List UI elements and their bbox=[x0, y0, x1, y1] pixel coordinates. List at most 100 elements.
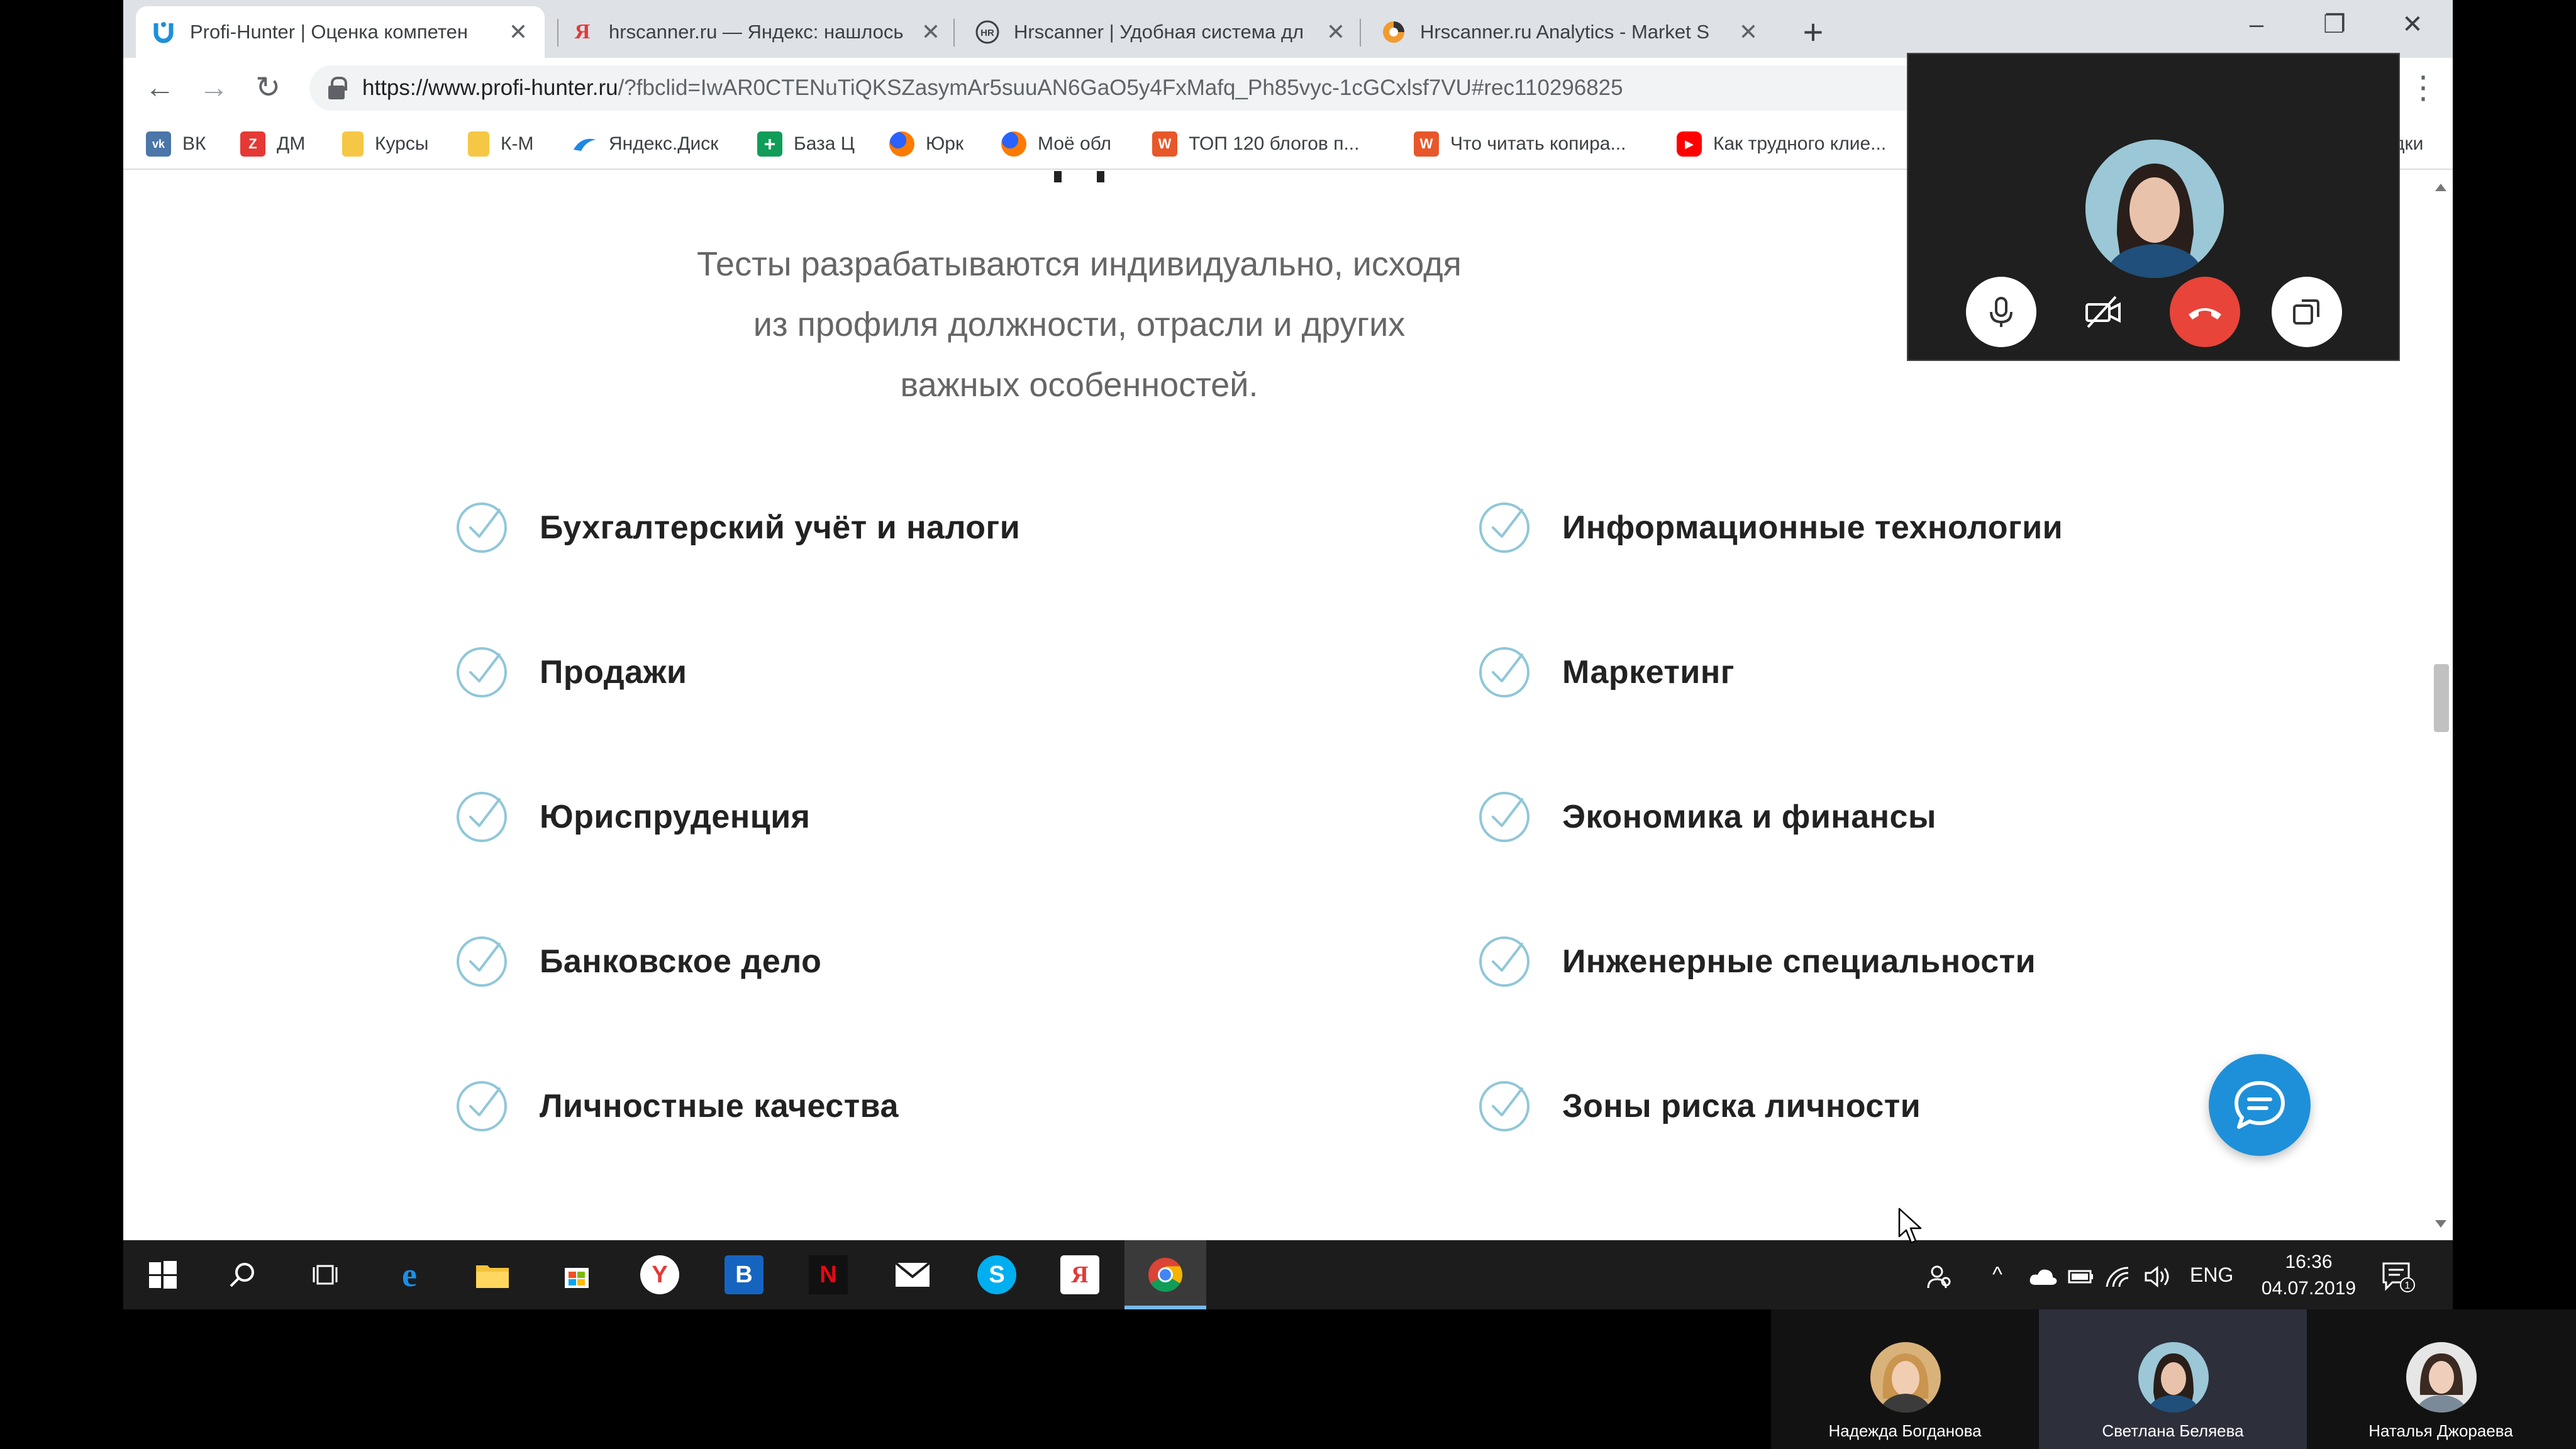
section-subtitle: Тесты разрабатываются индивидуально, исх… bbox=[697, 245, 1462, 404]
clock-date: 04.07.2019 bbox=[2261, 1278, 2357, 1299]
skype-icon[interactable]: S bbox=[977, 1255, 1016, 1294]
bookmark-kak-trudnogo[interactable]: ▶ Как трудного клие... bbox=[1677, 130, 1886, 158]
forward-arrow-icon[interactable]: → bbox=[194, 68, 234, 108]
bookmark-yandex-disk[interactable]: Яндекс.Диск bbox=[572, 130, 718, 158]
search-icon[interactable] bbox=[223, 1255, 262, 1294]
bookmark-top120[interactable]: W ТОП 120 блогов п... bbox=[1152, 130, 1359, 158]
participant-tile[interactable]: Надежда Богданова bbox=[1771, 1309, 2039, 1449]
bookmark-yurk[interactable]: Юрк bbox=[889, 130, 963, 158]
yandex-disk-icon bbox=[572, 131, 597, 157]
yandex-app-icon[interactable]: Я bbox=[1060, 1255, 1099, 1294]
b-app-icon[interactable]: B bbox=[724, 1255, 763, 1294]
check-circle-icon bbox=[1479, 936, 1530, 987]
list-item-text: Маркетинг bbox=[1562, 654, 1735, 691]
bookmark-courses[interactable]: Курсы bbox=[342, 130, 428, 158]
check-circle-icon bbox=[457, 1081, 507, 1131]
hr-logo-icon: HR bbox=[975, 19, 1000, 45]
wifi-icon[interactable] bbox=[2104, 1240, 2131, 1309]
scroll-up-arrow-icon[interactable] bbox=[2435, 184, 2446, 191]
youtube-icon: ▶ bbox=[1677, 131, 1702, 157]
w-icon: W bbox=[1414, 131, 1439, 157]
tab-close-icon[interactable]: ✕ bbox=[919, 19, 942, 45]
bookmark-moe-obl[interactable]: Моё обл bbox=[1001, 130, 1111, 158]
browser-menu-icon[interactable]: ⋮ bbox=[2407, 72, 2439, 103]
show-hidden-icons-chevron[interactable]: ^ bbox=[1992, 1240, 2002, 1309]
participant-name: Наталья Джораева bbox=[2368, 1421, 2513, 1440]
participant-tile-active[interactable]: Светлана Беляева bbox=[2039, 1309, 2307, 1449]
tab-hrscanner-analytics[interactable]: Hrscanner.ru Analytics - Market S ✕ bbox=[1366, 6, 1775, 58]
participant-tile[interactable]: Наталья Джораева bbox=[2307, 1309, 2575, 1449]
volume-icon[interactable] bbox=[2145, 1240, 2172, 1309]
tab-close-icon[interactable]: ✕ bbox=[507, 19, 530, 45]
vk-icon: vk bbox=[146, 131, 171, 157]
bookmark-k-m[interactable]: К-М bbox=[468, 130, 533, 158]
hang-up-button[interactable] bbox=[2170, 277, 2240, 347]
dm-icon: Z bbox=[240, 131, 265, 157]
list-item-text: Зоны риска личности bbox=[1562, 1088, 1921, 1124]
address-bar[interactable]: https://www.profi-hunter.ru/?fbclid=IwAR… bbox=[309, 65, 1989, 111]
page-scrollbar[interactable] bbox=[2429, 171, 2453, 1240]
check-circle-icon bbox=[457, 647, 507, 697]
caller-avatar bbox=[2085, 140, 2224, 278]
netflix-icon[interactable]: N bbox=[809, 1255, 848, 1294]
bookmark-baza[interactable]: + База Ц bbox=[757, 130, 855, 158]
tab-close-icon[interactable]: ✕ bbox=[1737, 19, 1760, 45]
new-tab-button[interactable]: + bbox=[1791, 10, 1835, 54]
scroll-thumb[interactable] bbox=[2434, 664, 2449, 732]
chrome-icon[interactable] bbox=[1146, 1255, 1185, 1294]
back-arrow-icon[interactable]: ← bbox=[140, 68, 180, 108]
language-indicator[interactable]: ENG bbox=[2190, 1240, 2233, 1309]
call-participants: Надежда Богданова Светлана Беляева Натал… bbox=[1771, 1309, 2576, 1449]
participant-avatar bbox=[1870, 1342, 1941, 1413]
microsoft-store-icon[interactable] bbox=[557, 1255, 596, 1294]
people-icon[interactable] bbox=[1926, 1240, 1953, 1309]
windows-start-icon[interactable] bbox=[143, 1255, 182, 1294]
onedrive-cloud-icon[interactable] bbox=[2029, 1240, 2058, 1309]
tab-separator bbox=[1360, 19, 1361, 47]
task-view-icon[interactable] bbox=[306, 1255, 345, 1294]
list-item-text: Юриспруденция bbox=[540, 799, 811, 835]
video-call-window[interactable] bbox=[1907, 53, 2400, 361]
action-center-icon[interactable]: 1 bbox=[2381, 1240, 2415, 1309]
tab-title: Hrscanner | Удобная система дл bbox=[1014, 21, 1304, 43]
bookmark-dm[interactable]: Z ДМ bbox=[240, 130, 305, 158]
tab-close-icon[interactable]: ✕ bbox=[1324, 19, 1347, 45]
reload-icon[interactable]: ↻ bbox=[248, 68, 288, 108]
notification-count: 1 bbox=[2405, 1280, 2411, 1291]
minimize-icon[interactable]: – bbox=[2218, 0, 2296, 49]
folder-icon bbox=[342, 131, 364, 157]
camera-off-button[interactable] bbox=[2068, 277, 2138, 347]
bookmark-vk[interactable]: vk ВК bbox=[146, 130, 206, 158]
window-close-icon[interactable]: ✕ bbox=[2373, 0, 2451, 49]
lock-icon bbox=[328, 77, 347, 99]
bookmark-chto-chitat[interactable]: W Что читать копира... bbox=[1414, 130, 1626, 158]
participant-name: Светлана Беляева bbox=[2102, 1421, 2244, 1440]
system-clock[interactable]: 16:36 04.07.2019 bbox=[2255, 1249, 2362, 1302]
profi-hunter-logo-icon bbox=[151, 19, 176, 45]
switch-window-button[interactable] bbox=[2272, 277, 2342, 347]
list-item: Зоны риска личности bbox=[1478, 1078, 1921, 1135]
check-circle-icon bbox=[1479, 792, 1530, 842]
restore-icon[interactable]: ❐ bbox=[2296, 0, 2373, 49]
bookmark-label: Моё обл bbox=[1038, 133, 1112, 154]
yandex-browser-icon[interactable]: Y bbox=[640, 1255, 679, 1294]
tab-separator bbox=[953, 19, 955, 47]
chat-button[interactable] bbox=[2209, 1054, 2311, 1156]
edge-browser-icon[interactable]: e bbox=[390, 1255, 429, 1294]
scroll-down-arrow-icon[interactable] bbox=[2435, 1220, 2446, 1228]
url-path: /?fbclid=IwAR0CTENuTiQKSZasymAr5suuAN6Ga… bbox=[618, 75, 1623, 100]
tab-profi-hunter[interactable]: Profi-Hunter | Оценка компетен ✕ bbox=[136, 6, 545, 58]
tab-hrscanner[interactable]: HR Hrscanner | Удобная система дл ✕ bbox=[960, 6, 1362, 58]
microphone-button[interactable] bbox=[1966, 277, 2036, 347]
list-item-text: Информационные технологии bbox=[1562, 509, 2063, 546]
battery-icon[interactable] bbox=[2068, 1240, 2094, 1309]
list-item: Бухгалтерский учёт и налоги bbox=[455, 499, 1020, 556]
file-explorer-icon[interactable] bbox=[473, 1255, 512, 1294]
list-item: Продажи bbox=[455, 644, 687, 701]
mail-icon[interactable] bbox=[893, 1255, 932, 1294]
list-item: Личностные качества bbox=[455, 1078, 899, 1135]
window-switch-icon bbox=[2293, 299, 2319, 325]
url-host: https://www.profi-hunter.ru bbox=[362, 75, 618, 100]
url-text[interactable]: https://www.profi-hunter.ru/?fbclid=IwAR… bbox=[362, 65, 1623, 111]
tab-yandex-search[interactable]: Я hrscanner.ru — Яндекс: нашлось ✕ bbox=[555, 6, 957, 58]
